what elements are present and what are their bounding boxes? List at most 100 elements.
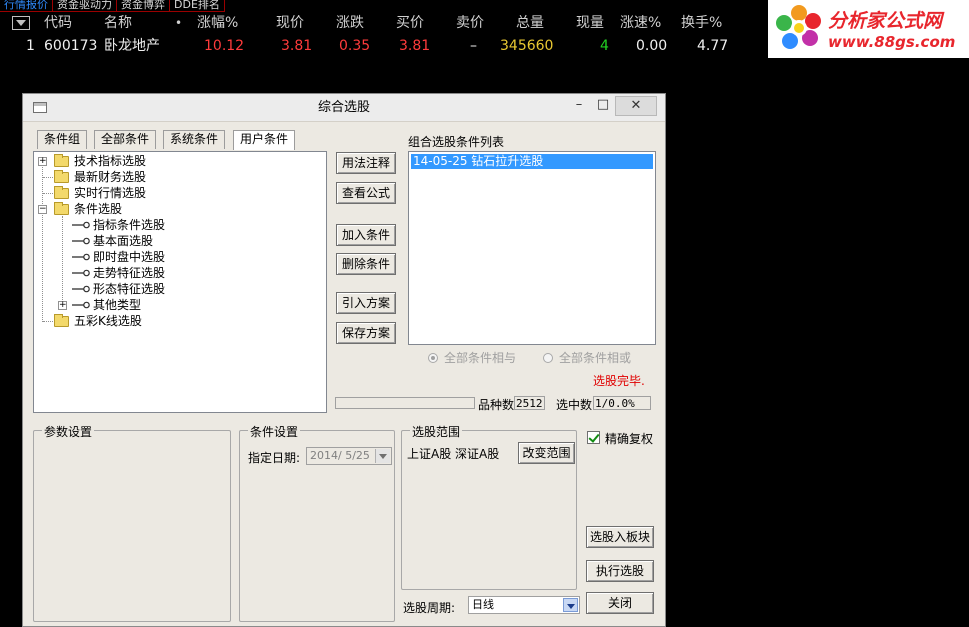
tab-all-conditions[interactable]: 全部条件 xyxy=(94,130,157,149)
group-title: 条件设置 xyxy=(248,423,301,440)
tree-item-conditions[interactable]: − 条件选股 xyxy=(34,201,324,217)
count-label: 品种数 xyxy=(478,398,515,412)
tab-system-conditions[interactable]: 系统条件 xyxy=(163,130,226,149)
radio-icon xyxy=(543,353,553,363)
radio-label: 全部条件相与 xyxy=(444,351,517,365)
delete-condition-button[interactable]: 删除条件 xyxy=(336,253,396,275)
stock-change: 0.35 xyxy=(339,38,371,54)
range-value: 上证A股 深证A股 xyxy=(407,447,500,461)
tree-item-label: 基本面选股 xyxy=(93,234,154,248)
minimize-button[interactable]: – xyxy=(567,96,591,116)
tab-fund-drive[interactable]: 资金驱动力 xyxy=(53,0,117,12)
usage-notes-button[interactable]: 用法注释 xyxy=(336,152,396,174)
key-icon xyxy=(72,221,90,229)
tree-item-label: 其他类型 xyxy=(93,298,142,312)
col-turnover[interactable]: 换手% xyxy=(681,13,722,33)
tree-branch-line xyxy=(43,193,53,194)
execute-screen-button[interactable]: 执行选股 xyxy=(586,560,654,582)
col-speed[interactable]: 涨速% xyxy=(620,13,661,33)
minus-icon[interactable]: − xyxy=(38,205,47,214)
tree-branch-line xyxy=(43,177,53,178)
col-bid[interactable]: 买价 xyxy=(396,13,424,33)
stock-ask: – xyxy=(470,38,477,54)
list-item[interactable]: 14-05-25 钻石拉升选股 xyxy=(411,154,653,169)
tree-item-label: 指标条件选股 xyxy=(93,218,166,232)
col-marker: • xyxy=(175,16,183,30)
col-code[interactable]: 代码 xyxy=(44,13,72,33)
tree-item-realtime[interactable]: 实时行情选股 xyxy=(34,185,324,201)
tree-child-trend[interactable]: 走势特征选股 xyxy=(34,265,324,281)
key-icon xyxy=(72,269,90,277)
tree-child-fundamental[interactable]: 基本面选股 xyxy=(34,233,324,249)
plus-icon[interactable]: + xyxy=(58,301,67,310)
dialog-titlebar[interactable]: 综合选股 – □ ✕ xyxy=(23,94,665,122)
folder-icon xyxy=(54,154,69,167)
tab-fund-game[interactable]: 资金博弈 xyxy=(117,0,170,12)
tree-child-intraday[interactable]: 即时盘中选股 xyxy=(34,249,324,265)
range-group: 选股范围 上证A股 深证A股 改变范围 xyxy=(401,423,577,590)
close-button[interactable]: 关闭 xyxy=(586,592,654,614)
maximize-button[interactable]: □ xyxy=(591,96,615,116)
col-change[interactable]: 涨跌 xyxy=(336,13,364,33)
tree-item-colorful-k[interactable]: 五彩K线选股 xyxy=(34,313,324,329)
flower-logo-icon xyxy=(776,5,821,49)
stock-cur-vol: 4 xyxy=(600,38,609,54)
tree-child-other[interactable]: + 其他类型 xyxy=(34,297,324,313)
tree-item-label: 技术指标选股 xyxy=(74,154,147,168)
tab-condition-group[interactable]: 条件组 xyxy=(37,130,88,149)
col-volume[interactable]: 总量 xyxy=(516,13,544,33)
condition-tree[interactable]: + 技术指标选股 最新财务选股 实时行情选股 − 条件选股 指标条件选股 基本面… xyxy=(33,151,327,413)
save-plan-button[interactable]: 保存方案 xyxy=(336,322,396,344)
chevron-down-icon[interactable] xyxy=(375,449,390,463)
import-plan-button[interactable]: 引入方案 xyxy=(336,292,396,314)
stock-turnover: 4.77 xyxy=(697,38,729,54)
stock-code: 600173 xyxy=(44,38,98,54)
logo-title: 分析家公式网 xyxy=(828,10,943,32)
close-window-button[interactable]: ✕ xyxy=(615,96,657,116)
tab-user-conditions[interactable]: 用户条件 xyxy=(233,130,296,150)
tree-item-label: 五彩K线选股 xyxy=(74,314,142,328)
add-condition-button[interactable]: 加入条件 xyxy=(336,224,396,246)
col-change-pct[interactable]: 涨幅% xyxy=(197,13,238,33)
folder-icon xyxy=(54,186,69,199)
col-price[interactable]: 现价 xyxy=(276,13,304,33)
tree-item-label: 最新财务选股 xyxy=(74,170,147,184)
tree-item-finance[interactable]: 最新财务选股 xyxy=(34,169,324,185)
chevron-down-icon[interactable] xyxy=(563,598,578,612)
tree-child-pattern[interactable]: 形态特征选股 xyxy=(34,281,324,297)
exact-fq-label: 精确复权 xyxy=(605,432,654,446)
folder-icon xyxy=(54,202,69,215)
key-icon xyxy=(72,253,90,261)
exact-fq-checkbox[interactable] xyxy=(587,431,600,444)
stock-screener-dialog: 综合选股 – □ ✕ 条件组 全部条件 系统条件 用户条件 + 技术指标选股 最… xyxy=(22,93,666,627)
period-select[interactable]: 日线 xyxy=(468,596,580,614)
tab-dde-rank[interactable]: DDE排名 xyxy=(170,0,225,12)
col-cur-vol[interactable]: 现量 xyxy=(576,13,604,33)
date-value: 2014/ 5/25 xyxy=(310,449,370,462)
row-index: 1 xyxy=(26,38,35,54)
stock-volume: 345660 xyxy=(500,38,554,54)
tree-item-tech[interactable]: + 技术指标选股 xyxy=(34,153,324,169)
tree-item-label: 即时盘中选股 xyxy=(93,250,166,264)
tree-item-label: 实时行情选股 xyxy=(74,186,147,200)
status-text: 选股完毕. xyxy=(593,374,645,388)
group-title: 参数设置 xyxy=(42,423,95,440)
condition-settings-group: 条件设置 指定日期: 2014/ 5/25 xyxy=(239,423,395,622)
key-icon xyxy=(72,285,90,293)
date-picker[interactable]: 2014/ 5/25 xyxy=(306,447,392,465)
column-menu-dropdown[interactable] xyxy=(12,16,30,30)
radio-icon xyxy=(428,353,438,363)
tree-child-indicator[interactable]: 指标条件选股 xyxy=(34,217,324,233)
select-to-block-button[interactable]: 选股入板块 xyxy=(586,526,654,548)
view-formula-button[interactable]: 查看公式 xyxy=(336,182,396,204)
table-row[interactable]: 1 600173 卧龙地产 10.12 3.81 0.35 3.81 – 345… xyxy=(0,36,770,56)
condition-list[interactable]: 14-05-25 钻石拉升选股 xyxy=(408,151,656,345)
folder-icon xyxy=(54,314,69,327)
col-name[interactable]: 名称 xyxy=(104,13,132,33)
change-range-button[interactable]: 改变范围 xyxy=(518,442,575,464)
key-icon xyxy=(72,301,90,309)
selected-value: 1/0.0% xyxy=(593,396,651,410)
plus-icon[interactable]: + xyxy=(38,157,47,166)
col-ask[interactable]: 卖价 xyxy=(456,13,484,33)
tab-quotes[interactable]: 行情报价 xyxy=(0,0,53,12)
